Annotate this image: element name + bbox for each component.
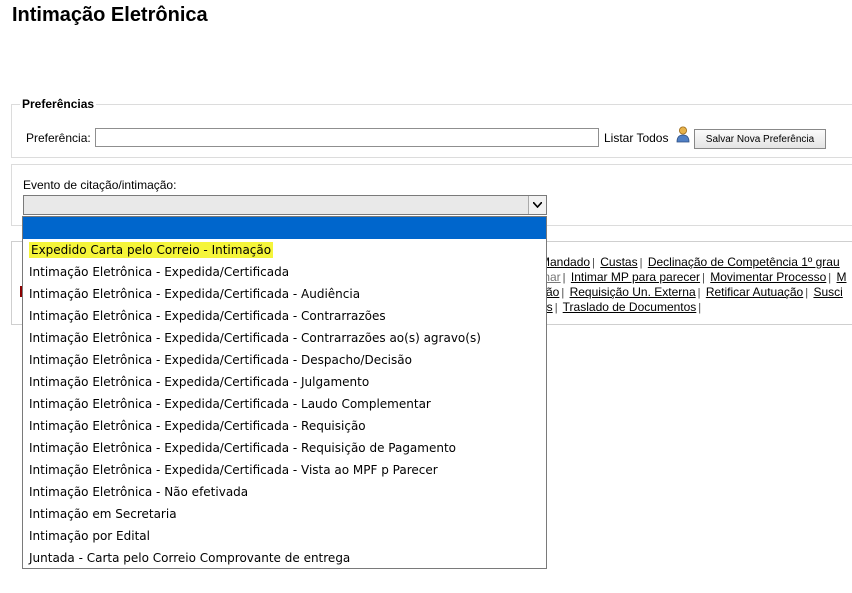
dropdown-option[interactable]: Intimação Eletrônica - Expedida/Certific… (23, 459, 546, 481)
dropdown-option-blank[interactable] (23, 217, 546, 239)
dropdown-option[interactable]: Expedido Carta pelo Correio - Intimação (23, 239, 546, 261)
action-intimar-mp[interactable]: Intimar MP para parecer (571, 270, 700, 284)
event-dropdown-list: Expedido Carta pelo Correio - Intimação … (22, 216, 547, 569)
actions-row-3: ção | Requisição Un. Externa | Retificar A… (540, 285, 843, 299)
user-icon[interactable] (676, 126, 690, 143)
action-requisicao-externa[interactable]: Requisição Un. Externa (570, 285, 696, 299)
dropdown-option[interactable]: Intimação Eletrônica - Expedida/Certific… (23, 261, 546, 283)
dropdown-option[interactable]: Intimação por Edital (23, 525, 546, 547)
action-traslado-documentos[interactable]: Traslado de Documentos (563, 300, 697, 314)
dropdown-option[interactable]: Intimação Eletrônica - Expedida/Certific… (23, 283, 546, 305)
action-custas[interactable]: Custas (600, 255, 637, 269)
dropdown-option[interactable]: Intimação Eletrônica - Expedida/Certific… (23, 349, 546, 371)
action-m-fragment[interactable]: M (837, 270, 847, 284)
page-title: Intimação Eletrônica (12, 4, 208, 26)
actions-row-4: os| Traslado de Documentos| (540, 300, 703, 314)
action-declinacao[interactable]: Declinação de Competência 1º grau (648, 255, 840, 269)
dropdown-option[interactable]: Intimação Eletrônica - Expedida/Certific… (23, 371, 546, 393)
actions-row-2: mar | Intimar MP para parecer | Movimentar… (540, 270, 847, 284)
actions-row-1: Mandado | Custas | Declinação de Competênc… (540, 255, 840, 269)
dropdown-option[interactable]: Juntada - Carta pelo Correio Comprovante… (23, 547, 546, 568)
chevron-down-icon[interactable] (528, 196, 546, 214)
action-retificar-autuacao[interactable]: Retificar Autuação (706, 285, 803, 299)
action-mandado[interactable]: Mandado (540, 255, 590, 269)
save-preference-button[interactable]: Salvar Nova Preferência (694, 129, 826, 149)
dropdown-option[interactable]: Intimação Eletrônica - Expedida/Certific… (23, 415, 546, 437)
dropdown-option[interactable]: Intimação Eletrônica - Expedida/Certific… (23, 305, 546, 327)
event-select[interactable] (23, 195, 547, 215)
event-label: Evento de citação/intimação: (23, 178, 177, 192)
preference-label: Preferência: (26, 131, 91, 145)
highlighted-option-text: Expedido Carta pelo Correio - Intimação (29, 242, 274, 258)
dropdown-option[interactable]: Intimação Eletrônica - Expedida/Certific… (23, 437, 546, 459)
action-susci-fragment[interactable]: Susci (813, 285, 842, 299)
dropdown-option[interactable]: Intimação Eletrônica - Não efetivada (23, 481, 546, 503)
dropdown-option[interactable]: Intimação em Secretaria (23, 503, 546, 525)
dropdown-option[interactable]: Intimação Eletrônica - Expedida/Certific… (23, 393, 546, 415)
preference-input[interactable] (95, 128, 599, 147)
action-movimentar-processo[interactable]: Movimentar Processo (710, 270, 826, 284)
list-all-link[interactable]: Listar Todos (604, 131, 668, 145)
dropdown-option[interactable]: Intimação Eletrônica - Expedida/Certific… (23, 327, 546, 349)
preferences-legend: Preferências (20, 97, 97, 111)
